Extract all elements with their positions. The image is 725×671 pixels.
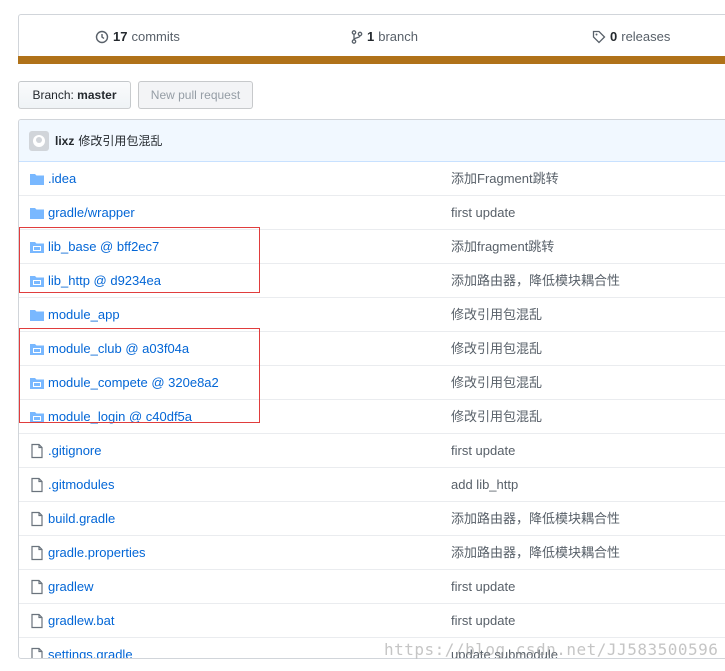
commit-message[interactable]: 修改引用包混乱: [78, 132, 162, 149]
file-commit-message[interactable]: 添加路由器，降低模块耦合性: [451, 264, 620, 297]
file-row[interactable]: .gitignore first update: [19, 433, 725, 467]
avatar[interactable]: [29, 130, 49, 151]
releases-label: releases: [621, 29, 671, 44]
file-row[interactable]: lib_base @ bff2ec7 添加fragment跳转: [19, 229, 725, 263]
branch-prefix: Branch:: [32, 88, 74, 102]
file-row[interactable]: gradlew first update: [19, 569, 725, 603]
file-name-link[interactable]: build.gradle: [48, 502, 115, 535]
folder-icon: [29, 307, 45, 323]
file-name-link[interactable]: gradle.properties: [48, 536, 146, 569]
file-row[interactable]: gradle/wrapper first update: [19, 195, 725, 229]
file-row[interactable]: build.gradle 添加路由器，降低模块耦合性: [19, 501, 725, 535]
branch-name: master: [77, 88, 117, 102]
submodule-icon: [29, 409, 45, 425]
file-name-link[interactable]: .gitignore: [48, 434, 101, 467]
file-commit-message[interactable]: 修改引用包混乱: [451, 298, 542, 331]
branch-icon: [351, 30, 363, 44]
file-name-link[interactable]: module_compete @ 320e8a2: [48, 366, 219, 399]
branch-count: 1: [367, 29, 375, 44]
commits-label: commits: [131, 29, 180, 44]
file-commit-message[interactable]: first update: [451, 196, 515, 229]
file-icon: [29, 545, 45, 561]
file-name-link[interactable]: settings.gradle: [48, 638, 133, 658]
file-commit-message[interactable]: 添加路由器，降低模块耦合性: [451, 502, 620, 535]
identicon-icon: [33, 134, 45, 147]
history-icon: [95, 30, 109, 44]
file-row[interactable]: module_app 修改引用包混乱: [19, 297, 725, 331]
file-commit-message[interactable]: 添加Fragment跳转: [451, 162, 559, 195]
submodule-icon: [29, 273, 45, 289]
file-row[interactable]: module_club @ a03f04a 修改引用包混乱: [19, 331, 725, 365]
file-commit-message[interactable]: 修改引用包混乱: [451, 366, 542, 399]
file-name-link[interactable]: lib_base @ bff2ec7: [48, 230, 159, 263]
file-row[interactable]: module_login @ c40df5a 修改引用包混乱: [19, 399, 725, 433]
file-commit-message[interactable]: 修改引用包混乱: [451, 400, 542, 433]
branch-label: branch: [378, 29, 418, 44]
file-table: lixz 修改引用包混乱 .idea 添加Fragment跳转 gradle/wra…: [18, 119, 725, 659]
folder-icon: [29, 171, 45, 187]
commits-count: 17: [113, 29, 128, 44]
submodule-icon: [29, 375, 45, 391]
file-icon: [29, 613, 45, 629]
file-icon: [29, 443, 45, 459]
latest-commit-bar: lixz 修改引用包混乱: [19, 120, 725, 162]
file-row[interactable]: gradlew.bat first update: [19, 603, 725, 637]
submodule-icon: [29, 341, 45, 357]
file-list: .idea 添加Fragment跳转 gradle/wrapper first upd…: [19, 162, 725, 658]
folder-icon: [29, 205, 45, 221]
tag-icon: [592, 30, 606, 44]
branch-select-button[interactable]: Branch: master: [18, 81, 131, 124]
file-commit-message[interactable]: 添加fragment跳转: [451, 230, 554, 263]
file-name-link[interactable]: .gitmodules: [48, 468, 114, 501]
submodule-icon: [29, 239, 45, 255]
file-name-link[interactable]: gradlew: [48, 570, 94, 603]
file-row[interactable]: gradle.properties 添加路由器，降低模块耦合性: [19, 535, 725, 569]
file-commit-message[interactable]: add lib_http: [451, 468, 518, 501]
file-name-link[interactable]: module_club @ a03f04a: [48, 332, 189, 365]
file-icon: [29, 477, 45, 493]
file-name-link[interactable]: lib_http @ d9234ea: [48, 264, 161, 297]
file-commit-message[interactable]: 添加路由器，降低模块耦合性: [451, 536, 620, 569]
file-commit-message[interactable]: first update: [451, 570, 515, 603]
new-pull-request-button[interactable]: New pull request: [138, 81, 253, 109]
file-row[interactable]: .idea 添加Fragment跳转: [19, 162, 725, 195]
file-icon: [29, 647, 45, 658]
commits-link[interactable]: 17 commits: [95, 27, 180, 47]
language-bar: [18, 56, 725, 64]
branch-link[interactable]: 1 branch: [351, 27, 418, 47]
file-name-link[interactable]: gradle/wrapper: [48, 196, 135, 229]
file-row[interactable]: .gitmodules add lib_http: [19, 467, 725, 501]
file-name-link[interactable]: gradlew.bat: [48, 604, 115, 637]
file-icon: [29, 579, 45, 595]
file-row[interactable]: lib_http @ d9234ea 添加路由器，降低模块耦合性: [19, 263, 725, 297]
releases-link[interactable]: 0 releases: [592, 27, 670, 47]
file-name-link[interactable]: .idea: [48, 162, 76, 195]
file-commit-message[interactable]: 修改引用包混乱: [451, 332, 542, 365]
file-name-link[interactable]: module_app: [48, 298, 120, 331]
file-row[interactable]: module_compete @ 320e8a2 修改引用包混乱: [19, 365, 725, 399]
releases-count: 0: [610, 29, 618, 44]
file-name-link[interactable]: module_login @ c40df5a: [48, 400, 192, 433]
file-commit-message[interactable]: first update: [451, 604, 515, 637]
file-commit-message[interactable]: first update: [451, 434, 515, 467]
commit-author[interactable]: lixz: [55, 134, 74, 148]
file-icon: [29, 511, 45, 527]
watermark: https://blog.csdn.net/JJ583500596: [384, 640, 719, 659]
